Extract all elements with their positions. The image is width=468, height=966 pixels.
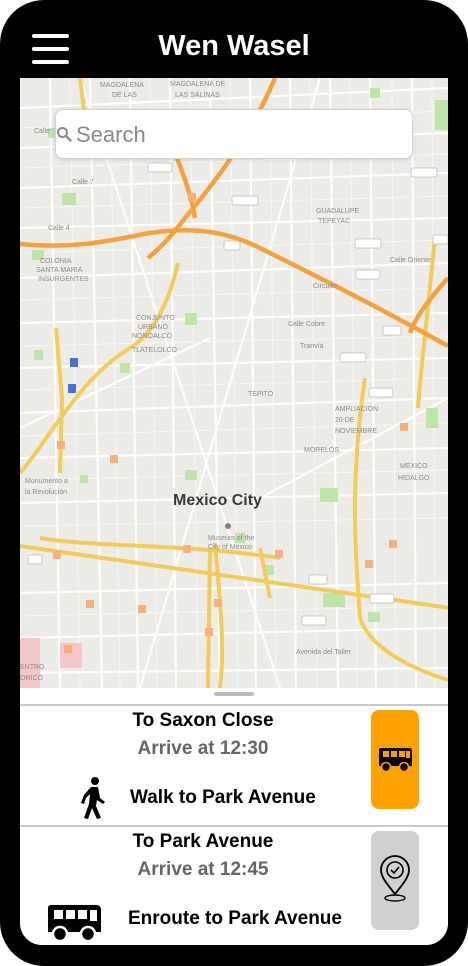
location-badge[interactable]	[371, 831, 419, 930]
trip-step: Enroute to Park Avenue	[128, 908, 342, 929]
svg-text:Calle Cobre: Calle Cobre	[288, 321, 325, 328]
svg-text:SANTA MARIA: SANTA MARIA	[36, 267, 83, 274]
trip-card[interactable]: To Park Avenue Arrive at 12:45 Enroute t…	[20, 829, 448, 945]
svg-text:Avenida del Taller: Avenida del Taller	[296, 649, 352, 656]
phone-frame: Wen Wasel MAGDALENA MAGDALENA DE DE LAS …	[0, 0, 468, 966]
svg-text:Calle: Calle	[34, 128, 50, 135]
trip-arrival: Arrive at 12:45	[137, 859, 269, 880]
search-input[interactable]	[74, 120, 368, 150]
svg-text:Tranvía: Tranvía	[300, 343, 324, 350]
bus-icon	[48, 905, 101, 943]
svg-text:INSURGENTES: INSURGENTES	[38, 276, 89, 283]
svg-text:ENTRO: ENTRO	[20, 664, 45, 671]
svg-text:Circuito: Circuito	[313, 283, 337, 290]
svg-text:DE LAS: DE LAS	[112, 92, 137, 99]
svg-text:20 DE: 20 DE	[335, 417, 355, 424]
trip-arrival: Arrive at 12:30	[137, 738, 269, 759]
svg-text:MEXICO: MEXICO	[400, 463, 428, 470]
svg-text:MAGDALENA DE: MAGDALENA DE	[170, 81, 226, 88]
svg-text:TEPEYAC: TEPEYAC	[318, 218, 350, 225]
trips-sheet: To Saxon Close Arrive at 12:30 Walk to P…	[20, 688, 448, 945]
svg-text:AMPLIACION: AMPLIACION	[335, 406, 378, 413]
svg-text:TLATELOLCO: TLATELOLCO	[132, 347, 178, 354]
svg-text:COLONIA: COLONIA	[40, 258, 72, 265]
svg-text:NONOALCO: NONOALCO	[132, 333, 173, 340]
svg-text:Calle 7: Calle 7	[72, 179, 94, 186]
map-canvas: MAGDALENA MAGDALENA DE DE LAS LAS SALINAS …	[20, 78, 448, 688]
svg-text:Calle Oriente: Calle Oriente	[390, 257, 431, 264]
app-header: Wen Wasel	[0, 0, 468, 78]
bus-icon	[379, 748, 412, 773]
search-icon[interactable]	[56, 126, 72, 142]
search-bar[interactable]	[55, 109, 413, 159]
svg-text:GUADALUPE: GUADALUPE	[316, 208, 360, 215]
sheet-drag-handle[interactable]	[214, 692, 254, 696]
map-view[interactable]: MAGDALENA MAGDALENA DE DE LAS LAS SALINAS …	[20, 78, 448, 688]
svg-text:URBANO: URBANO	[138, 324, 169, 331]
location-check-icon	[380, 855, 410, 902]
svg-text:Calle 4: Calle 4	[48, 225, 70, 232]
trip-destination: To Saxon Close	[132, 710, 274, 731]
svg-text:MORELOS: MORELOS	[304, 447, 339, 454]
app-title: Wen Wasel	[158, 30, 310, 62]
trip-destination: To Park Avenue	[132, 831, 274, 852]
svg-text:LAS SALINAS: LAS SALINAS	[175, 92, 220, 99]
svg-text:CONJUNTO: CONJUNTO	[136, 315, 175, 322]
svg-text:la Revolución: la Revolución	[25, 489, 67, 496]
trip-step: Walk to Park Avenue	[130, 787, 316, 808]
trip-card[interactable]: To Saxon Close Arrive at 12:30 Walk to P…	[20, 708, 448, 826]
svg-text:Monumento a: Monumento a	[25, 478, 68, 485]
svg-text:MAGDALENA: MAGDALENA	[100, 82, 144, 89]
divider	[20, 825, 448, 827]
map-city-label: Mexico City	[173, 492, 262, 509]
screen: MAGDALENA MAGDALENA DE DE LAS LAS SALINAS …	[20, 78, 448, 945]
svg-text:NOVIEMBRE: NOVIEMBRE	[335, 428, 377, 435]
svg-text:HIDALGO: HIDALGO	[398, 475, 430, 482]
bus-mode-badge[interactable]	[371, 710, 419, 809]
svg-text:TEPITO: TEPITO	[248, 391, 274, 398]
svg-text:City of Mexico: City of Mexico	[208, 544, 252, 551]
walking-person-icon	[81, 777, 105, 819]
divider	[20, 704, 448, 706]
svg-text:ORICO: ORICO	[20, 675, 44, 682]
svg-text:Museum of the: Museum of the	[208, 535, 254, 542]
